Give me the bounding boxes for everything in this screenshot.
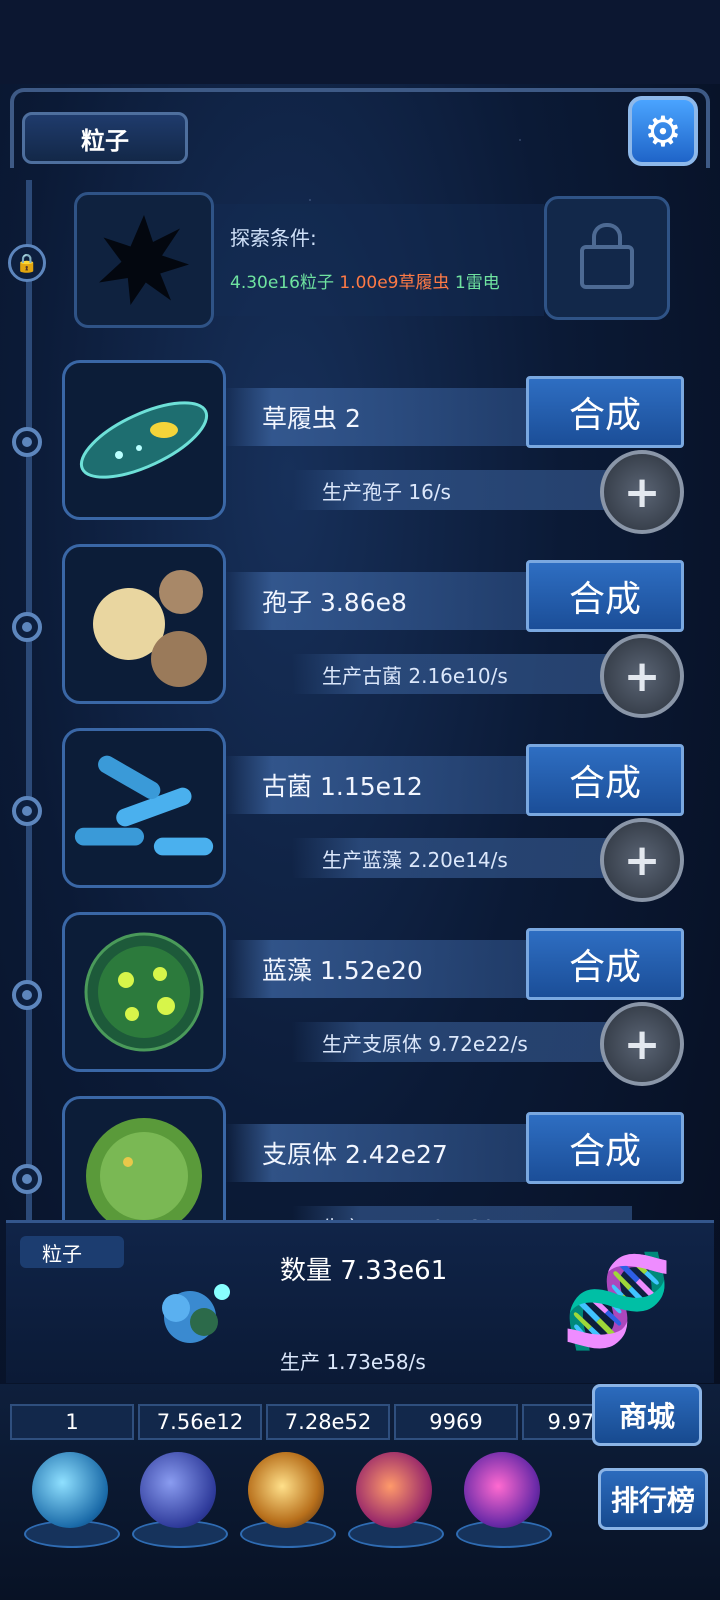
plus-icon: + — [623, 466, 661, 518]
upgrade-button[interactable]: + — [600, 1002, 684, 1086]
requirement-paramecium: 1.00e9草履虫 — [339, 273, 450, 293]
spore-icon — [93, 570, 207, 687]
brain-orb-button[interactable] — [356, 1452, 432, 1528]
cyanobacteria-icon — [84, 932, 204, 1052]
rail-node — [12, 796, 42, 826]
upgrade-button[interactable]: + — [600, 818, 684, 902]
unit-thumbnail — [62, 544, 226, 704]
resource-production: 生产 1.73e58/s — [280, 1350, 426, 1374]
unit-name: 孢子 3.86e8 — [224, 572, 544, 630]
count-lightning: 7.56e12 — [138, 1404, 262, 1440]
gear-icon: ⚙ — [644, 106, 682, 156]
dna-icon: 🧬 — [560, 1248, 674, 1354]
requirement-lightning: 1雷电 — [454, 273, 500, 293]
shop-button[interactable]: 商城 — [592, 1384, 702, 1446]
upgrade-button[interactable]: + — [600, 634, 684, 718]
particle-orb-button[interactable] — [32, 1452, 108, 1528]
particle-cluster-icon — [162, 1284, 230, 1343]
locked-unit-thumbnail — [74, 192, 214, 328]
count-brain: 9969 — [394, 1404, 518, 1440]
unit-name: 古菌 1.15e12 — [224, 756, 544, 814]
leaderboard-button[interactable]: 排行榜 — [598, 1468, 708, 1530]
unit-row: 古菌 1.15e12 合成 生产蓝藻 2.20e14/s + — [62, 728, 690, 902]
rail-node — [12, 1164, 42, 1194]
synthesize-button[interactable]: 合成 — [526, 1112, 684, 1184]
resource-count: 数量 7.33e61 — [280, 1256, 448, 1286]
status-bar-area — [0, 0, 720, 84]
unit-row: 草履虫 2 合成 生产孢子 16/s + — [62, 360, 690, 534]
unit-thumbnail — [62, 360, 226, 520]
progress-rail — [26, 180, 32, 1220]
silhouette-icon — [99, 215, 189, 305]
unit-name: 草履虫 2 — [224, 388, 544, 446]
unit-name: 蓝藻 1.52e20 — [224, 940, 544, 998]
lightning-orb-button[interactable] — [140, 1452, 216, 1528]
resource-tab: 粒子 — [20, 1236, 124, 1268]
settings-button[interactable]: ⚙ — [628, 96, 698, 166]
rail-node — [12, 980, 42, 1010]
plus-icon: + — [623, 834, 661, 886]
count-particles: 1 — [10, 1404, 134, 1440]
unit-thumbnail — [62, 912, 226, 1072]
unit-thumbnail — [62, 728, 226, 888]
requirement-particles: 4.30e16粒子 — [230, 273, 334, 293]
rail-node — [12, 427, 42, 457]
paramecium-icon — [79, 401, 209, 479]
explore-panel — [214, 204, 544, 316]
synthesize-button[interactable]: 合成 — [526, 928, 684, 1000]
synthesize-button[interactable]: 合成 — [526, 376, 684, 448]
unit-production: 生产蓝藻 2.20e14/s — [292, 838, 632, 878]
unit-row: 孢子 3.86e8 合成 生产古菌 2.16e10/s + — [62, 544, 690, 718]
unit-name: 支原体 2.42e27 — [224, 1124, 544, 1182]
unit-production: 生产孢子 16/s — [292, 470, 632, 510]
page-title: 粒子 — [22, 112, 188, 164]
resource-counts: 1 7.56e12 7.28e52 9969 9.97e6 — [10, 1404, 646, 1440]
explore-requirements: 4.30e16粒子 1.00e9草履虫 1雷电 — [230, 268, 500, 293]
synthesize-button[interactable]: 合成 — [526, 744, 684, 816]
lock-icon — [580, 223, 634, 289]
archaea-icon — [74, 755, 214, 856]
upgrade-button[interactable]: + — [600, 450, 684, 534]
unit-row: 蓝藻 1.52e20 合成 生产支原体 9.72e22/s + — [62, 912, 690, 1086]
plus-icon: + — [623, 650, 661, 702]
portal-orb-button[interactable] — [464, 1452, 540, 1528]
explore-lock-button[interactable] — [544, 196, 670, 320]
explore-label: 探索条件: — [230, 226, 317, 250]
unit-production: 生产古菌 2.16e10/s — [292, 654, 632, 694]
nebula-orb-button[interactable] — [248, 1452, 324, 1528]
rail-node — [12, 612, 42, 642]
unit-production: 生产支原体 9.72e22/s — [292, 1022, 632, 1062]
plus-icon: + — [623, 1018, 661, 1070]
synthesize-button[interactable]: 合成 — [526, 560, 684, 632]
explore-locked-card: 探索条件: 4.30e16粒子 1.00e9草履虫 1雷电 — [74, 192, 674, 328]
rail-lock-icon: 🔒 — [8, 244, 46, 282]
count-nebula: 7.28e52 — [266, 1404, 390, 1440]
